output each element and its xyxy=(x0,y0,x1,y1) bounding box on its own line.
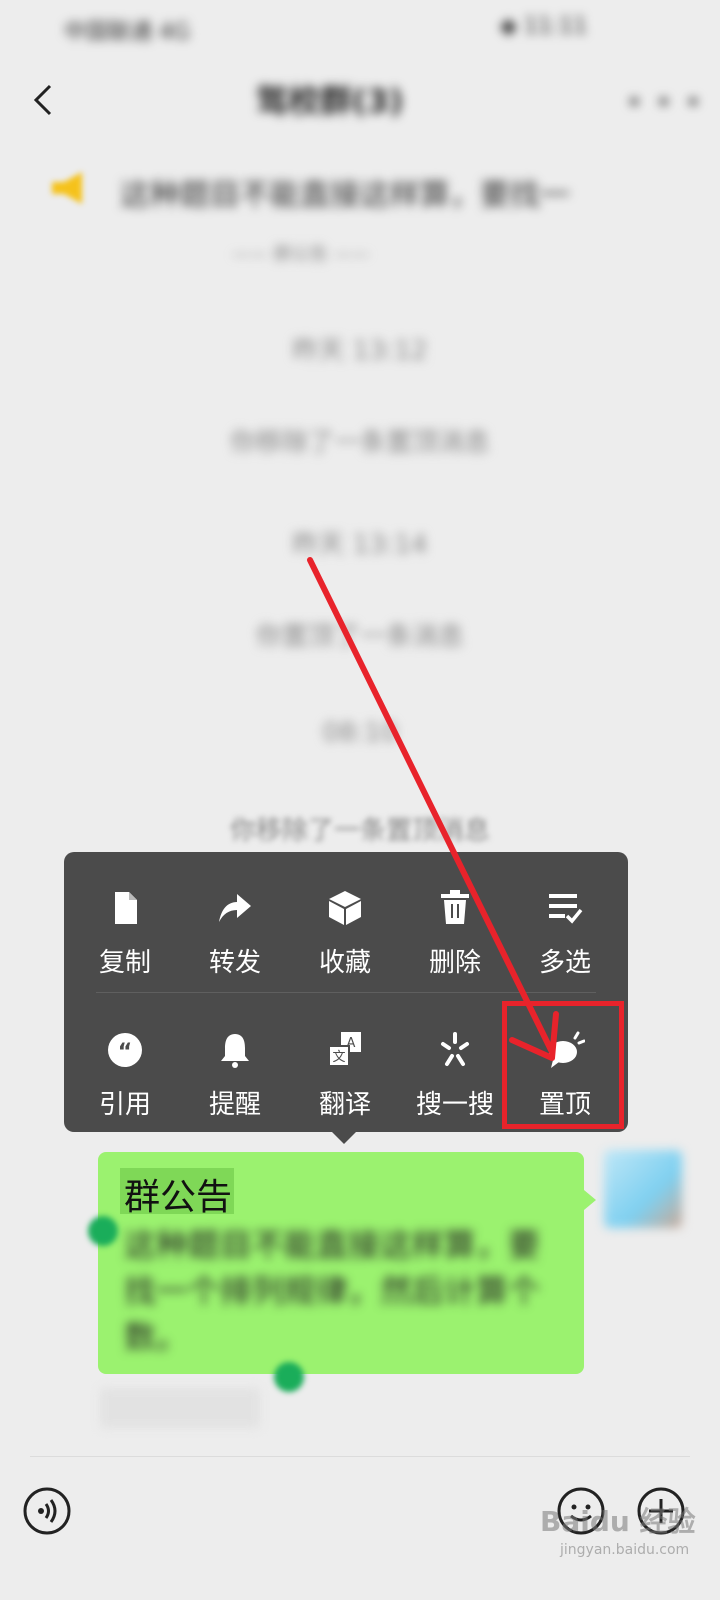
system-notice: 你移除了一条置顶消息 xyxy=(229,428,490,458)
avatar[interactable] xyxy=(604,1150,682,1228)
menu-item-translate[interactable]: A 文 翻译 xyxy=(290,1026,400,1136)
pinned-message-text[interactable]: 这种题目不能直接这样算，要找一 xyxy=(120,170,570,214)
menu-label: 引用 xyxy=(98,1090,151,1120)
forward-icon xyxy=(219,894,251,922)
system-time: 昨天 13:14 xyxy=(292,530,428,560)
back-icon[interactable] xyxy=(24,80,64,120)
selection-handle-start[interactable] xyxy=(88,1216,118,1246)
more-icon[interactable]: • • • xyxy=(626,86,703,119)
announcement-icon xyxy=(52,172,82,204)
menu-item-delete[interactable]: 删除 xyxy=(400,884,510,994)
input-bar-divider xyxy=(30,1456,690,1457)
favorite-icon xyxy=(329,891,361,925)
menu-label: 搜一搜 xyxy=(415,1090,494,1120)
menu-label: 复制 xyxy=(98,948,151,978)
menu-item-remind[interactable]: 提醒 xyxy=(180,1026,290,1136)
watermark-sub: jingyan.baidu.com xyxy=(560,1542,690,1558)
pinned-sub: —— 群公告 —— xyxy=(232,244,370,265)
system-notice: 你移除了一条置顶消息 xyxy=(229,816,490,846)
svg-text:文: 文 xyxy=(332,1050,345,1065)
menu-label: 提醒 xyxy=(208,1090,261,1120)
menu-label: 翻译 xyxy=(318,1090,371,1120)
menu-label: 多选 xyxy=(538,948,591,978)
multiselect-icon xyxy=(549,894,583,924)
search-icon xyxy=(441,1032,469,1066)
system-time: 昨天 13:12 xyxy=(292,336,428,366)
menu-label: 删除 xyxy=(428,948,481,978)
selection-handle-end[interactable] xyxy=(274,1362,304,1392)
system-notice: 你置顶了一条消息 xyxy=(255,622,464,652)
copy-icon xyxy=(115,892,137,924)
quote-icon: “ xyxy=(108,1033,142,1067)
status-time: ◆ 11:11 xyxy=(500,14,588,39)
voice-icon[interactable] xyxy=(22,1486,72,1536)
watermark: Baidu 经验 xyxy=(540,1505,696,1538)
menu-item-favorite[interactable]: 收藏 xyxy=(290,884,400,994)
bell-icon xyxy=(221,1034,249,1068)
translate-icon: A 文 xyxy=(328,1032,361,1067)
message-body: 这种题目不能直接这样算，要找一个排列规律，然后计算个数。 xyxy=(124,1226,541,1356)
menu-item-quote[interactable]: “ 引用 xyxy=(70,1026,180,1136)
menu-item-copy[interactable]: 复制 xyxy=(70,884,180,994)
menu-item-forward[interactable]: 转发 xyxy=(180,884,290,994)
svg-text:“: “ xyxy=(118,1040,132,1065)
menu-label: 收藏 xyxy=(318,948,371,978)
message-status-chip xyxy=(100,1388,260,1428)
message-title: 群公告 xyxy=(124,1177,233,1218)
system-time: 08:10 xyxy=(322,718,398,748)
chat-title: 驾校群(3) xyxy=(256,82,404,120)
status-carrier: 中国联通 4G xyxy=(64,20,191,45)
delete-icon xyxy=(441,890,469,924)
annotation-highlight-box xyxy=(502,1001,624,1129)
bubble-tail xyxy=(584,1190,596,1210)
menu-item-multiselect[interactable]: 多选 xyxy=(510,884,620,994)
menu-label: 转发 xyxy=(208,948,261,978)
menu-item-search[interactable]: 搜一搜 xyxy=(400,1026,510,1136)
